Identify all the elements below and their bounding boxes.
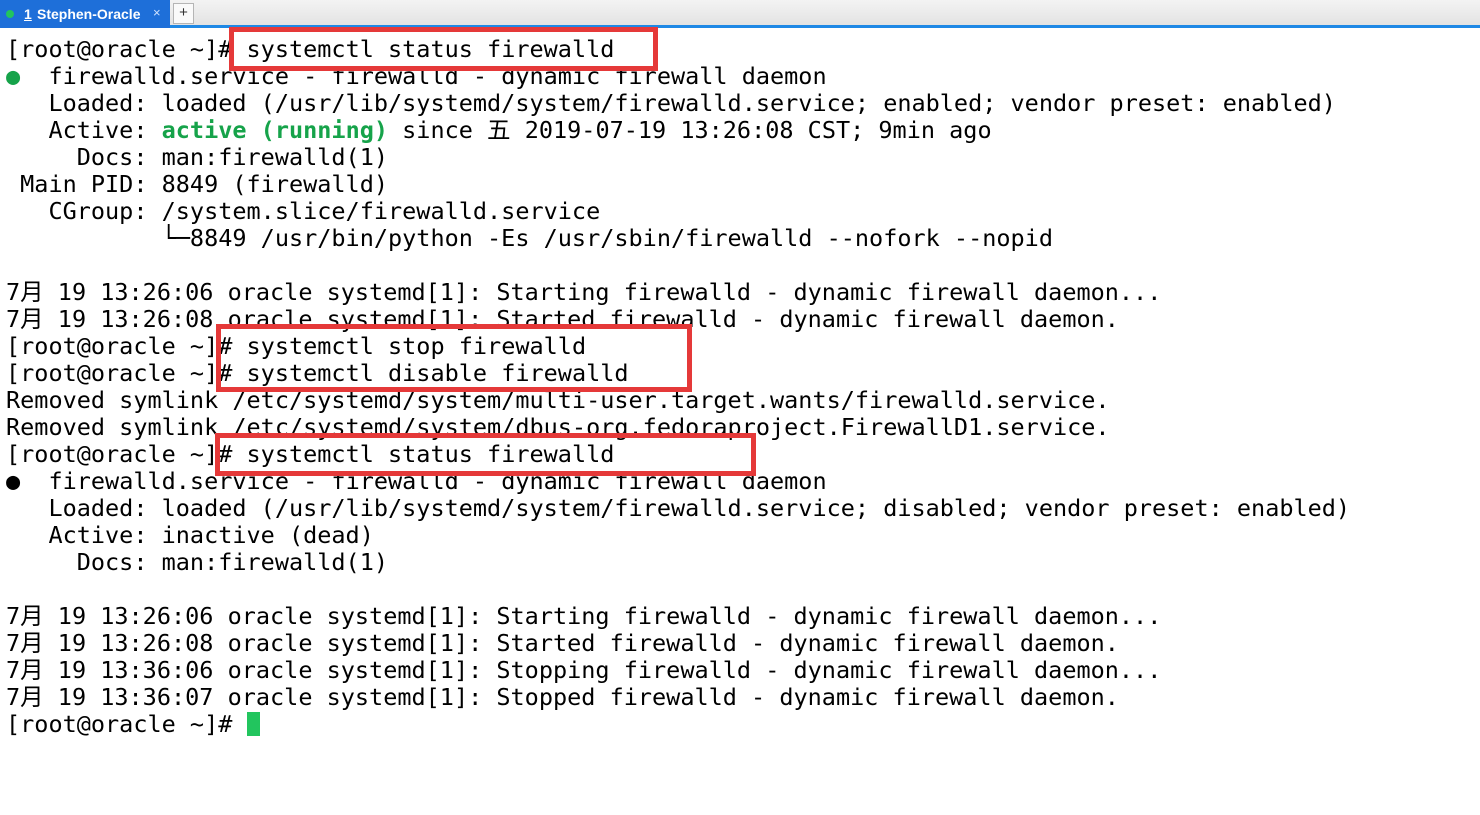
terminal-line: Loaded: loaded (/usr/lib/systemd/system/… [6, 494, 1351, 522]
terminal-line: └─8849 /usr/bin/python -Es /usr/sbin/fir… [6, 224, 1053, 252]
terminal-cursor[interactable] [246, 712, 260, 736]
terminal-line: 7月 19 13:26:06 oracle systemd[1]: Starti… [6, 278, 1162, 306]
terminal-line: Active: active (running) since 五 2019-07… [6, 116, 992, 144]
terminal-line: [root@oracle ~]# systemctl status firewa… [6, 441, 614, 468]
terminal-line: ● firewalld.service - firewalld - dynami… [6, 63, 827, 90]
command-text: systemctl status firewalld [246, 35, 615, 63]
status-dot-icon: ● [6, 62, 21, 90]
output-text: since 五 2019-07-19 13:26:08 CST; 9min ag… [388, 116, 992, 144]
terminal-line: 7月 19 13:26:08 oracle systemd[1]: Starte… [6, 629, 1119, 657]
terminal-line: 7月 19 13:36:07 oracle systemd[1]: Stoppe… [6, 683, 1119, 711]
output-text: firewalld.service - firewalld - dynamic … [20, 467, 827, 495]
terminal-output[interactable]: [root@oracle ~]# systemctl status firewa… [0, 31, 1480, 815]
tab-title: Stephen-Oracle [37, 6, 141, 22]
shell-prompt: [root@oracle ~]# [6, 359, 247, 387]
terminal-line: 7月 19 13:26:06 oracle systemd[1]: Starti… [6, 602, 1162, 630]
output-text: firewalld.service - firewalld - dynamic … [20, 62, 827, 90]
terminal-app-window: 1 Stephen-Oracle × + [root@oracle ~]# sy… [0, 0, 1480, 815]
shell-prompt: [root@oracle ~]# [6, 440, 247, 468]
new-tab-button[interactable]: + [173, 3, 194, 24]
terminal-line: Removed symlink /etc/systemd/system/mult… [6, 386, 1110, 414]
terminal-line: Main PID: 8849 (firewalld) [6, 170, 389, 198]
shell-prompt: [root@oracle ~]# [6, 332, 247, 360]
close-icon[interactable]: × [153, 5, 161, 20]
shell-prompt: [root@oracle ~]# [6, 35, 247, 63]
tab-bar: 1 Stephen-Oracle × + [0, 0, 1480, 28]
terminal-line: 7月 19 13:26:08 oracle systemd[1]: Starte… [6, 305, 1119, 333]
terminal-line: [root@oracle ~]# systemctl disable firew… [6, 360, 629, 387]
command-text: systemctl disable firewalld [246, 359, 629, 387]
shell-prompt: [root@oracle ~]# [6, 710, 247, 738]
status-dot-icon: ● [6, 467, 21, 495]
terminal-line: [root@oracle ~]# systemctl stop firewall… [6, 333, 586, 360]
terminal-line: Loaded: loaded (/usr/lib/systemd/system/… [6, 89, 1336, 117]
connection-status-icon [6, 10, 14, 18]
command-text: systemctl status firewalld [246, 440, 615, 468]
terminal-line: [root@oracle ~]# systemctl status firewa… [6, 36, 614, 63]
tab-number: 1 [24, 6, 32, 22]
active-running-status: active (running) [161, 116, 389, 144]
terminal-line: ● firewalld.service - firewalld - dynami… [6, 468, 827, 495]
command-text: systemctl stop firewalld [246, 332, 587, 360]
output-text: Active: [6, 116, 162, 144]
terminal-line: Removed symlink /etc/systemd/system/dbus… [6, 413, 1110, 441]
terminal-line: Active: inactive (dead) [6, 521, 374, 549]
tab-stephen-oracle[interactable]: 1 Stephen-Oracle × [0, 0, 170, 28]
terminal-line: CGroup: /system.slice/firewalld.service [6, 197, 601, 225]
terminal-line: [root@oracle ~]# [6, 711, 260, 738]
terminal-line: Docs: man:firewalld(1) [6, 143, 389, 171]
terminal-line: 7月 19 13:36:06 oracle systemd[1]: Stoppi… [6, 656, 1162, 684]
terminal-line: Docs: man:firewalld(1) [6, 548, 389, 576]
